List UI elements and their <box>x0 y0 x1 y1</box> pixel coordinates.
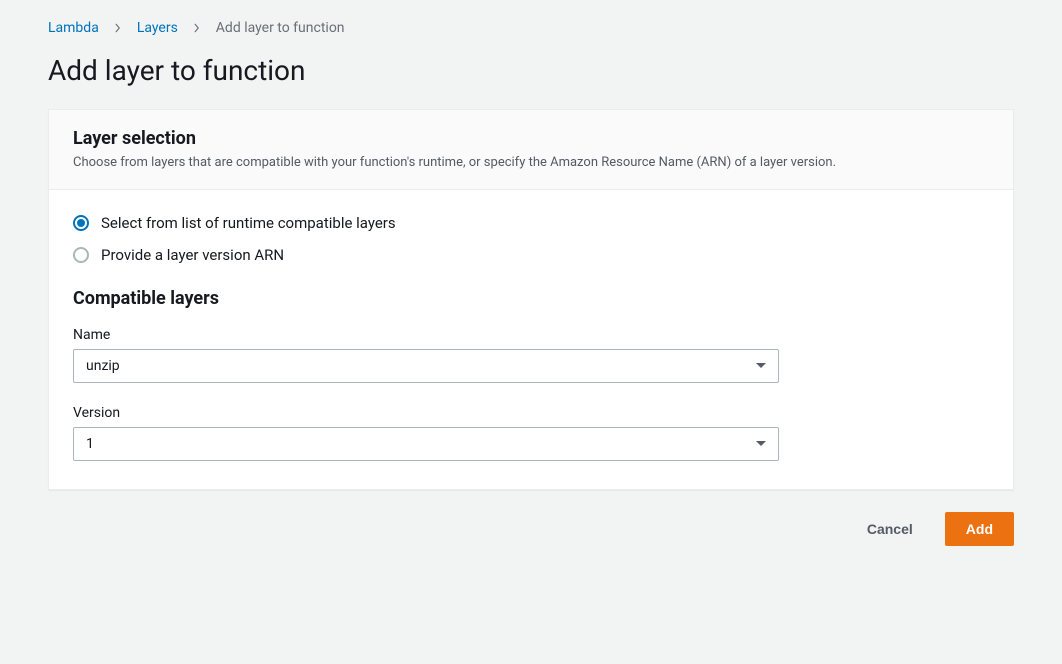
panel-body: Select from list of runtime compatible l… <box>49 190 1013 489</box>
chevron-right-icon <box>113 23 123 33</box>
radio-option-compatible[interactable]: Select from list of runtime compatible l… <box>73 214 989 232</box>
radio-label: Provide a layer version ARN <box>101 246 284 264</box>
name-field: Name unzip <box>73 327 779 383</box>
panel-description: Choose from layers that are compatible w… <box>73 153 989 173</box>
cancel-button[interactable]: Cancel <box>847 512 933 546</box>
radio-icon <box>73 215 89 231</box>
name-label: Name <box>73 327 779 343</box>
add-button[interactable]: Add <box>945 512 1014 546</box>
version-label: Version <box>73 405 779 421</box>
name-select[interactable]: unzip <box>73 349 779 383</box>
breadcrumb-link-layers[interactable]: Layers <box>137 20 178 36</box>
panel-header: Layer selection Choose from layers that … <box>49 110 1013 190</box>
version-select-value: 1 <box>86 436 94 452</box>
name-select-wrap: unzip <box>73 349 779 383</box>
breadcrumb: Lambda Layers Add layer to function <box>48 20 1014 36</box>
chevron-right-icon <box>192 23 202 33</box>
panel-title: Layer selection <box>73 128 989 149</box>
footer-actions: Cancel Add <box>48 512 1014 546</box>
radio-icon <box>73 247 89 263</box>
layer-selection-panel: Layer selection Choose from layers that … <box>48 109 1014 490</box>
radio-label: Select from list of runtime compatible l… <box>101 214 396 232</box>
page-title: Add layer to function <box>48 54 1014 87</box>
version-select[interactable]: 1 <box>73 427 779 461</box>
compatible-layers-heading: Compatible layers <box>73 288 989 309</box>
version-select-wrap: 1 <box>73 427 779 461</box>
page-root: Lambda Layers Add layer to function Add … <box>0 0 1062 570</box>
breadcrumb-current: Add layer to function <box>216 20 345 36</box>
version-field: Version 1 <box>73 405 779 461</box>
breadcrumb-link-lambda[interactable]: Lambda <box>48 20 99 36</box>
radio-option-arn[interactable]: Provide a layer version ARN <box>73 246 989 264</box>
name-select-value: unzip <box>86 358 120 374</box>
layer-source-radio-group: Select from list of runtime compatible l… <box>73 214 989 264</box>
